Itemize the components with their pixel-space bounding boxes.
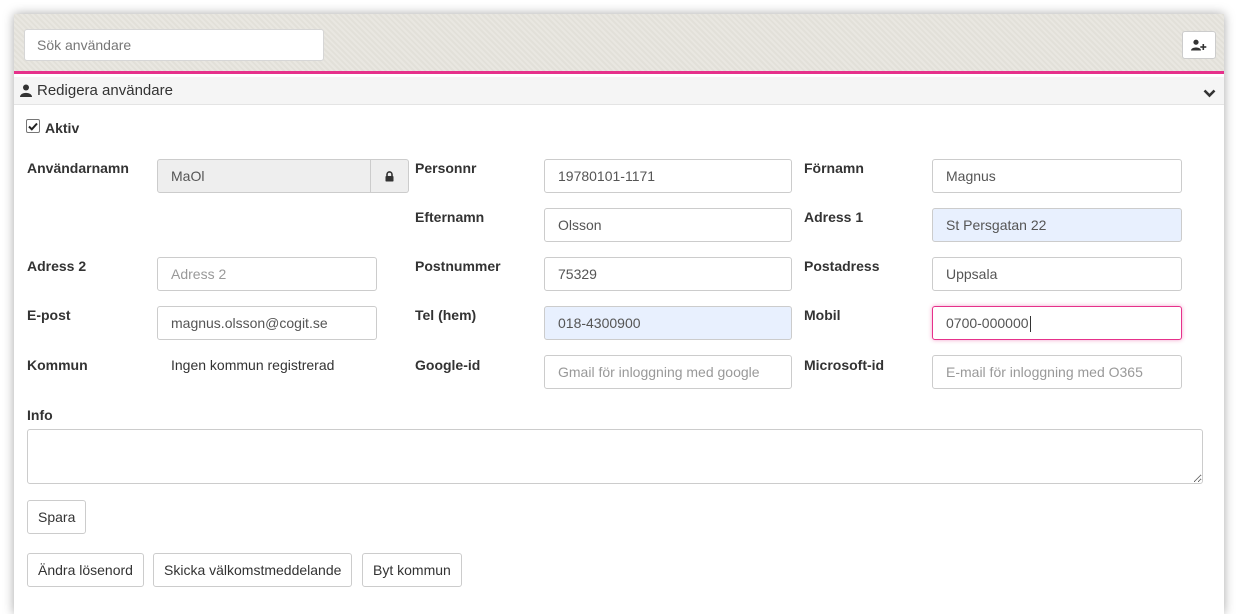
lastname-label: Efternamn: [415, 209, 485, 225]
address1-label: Adress 1: [804, 209, 864, 225]
lastname-field[interactable]: Olsson: [544, 208, 792, 242]
change-municipality-button[interactable]: Byt kommun: [362, 553, 462, 587]
info-label: Info: [27, 407, 53, 423]
address2-field[interactable]: Adress 2: [157, 257, 377, 291]
add-user-button[interactable]: [1182, 31, 1216, 59]
username-label: Användarnamn: [27, 160, 129, 176]
user-icon: [20, 84, 32, 97]
google-id-label: Google-id: [415, 357, 481, 373]
lock-addon: [371, 159, 409, 193]
microsoft-id-label: Microsoft-id: [804, 357, 885, 373]
google-id-field[interactable]: Gmail för inloggning med google: [544, 355, 792, 389]
checkmark-icon: [28, 122, 38, 131]
user-admin-window: Redigera användare Aktiv Användarnamn Ma…: [14, 14, 1224, 614]
save-button[interactable]: Spara: [27, 500, 87, 534]
mobile-value: 0700-000000: [946, 315, 1029, 331]
email-field[interactable]: magnus.olsson@cogit.se: [157, 306, 377, 340]
info-textarea[interactable]: [27, 429, 1203, 484]
personnr-label: Personnr: [415, 160, 477, 176]
user-plus-icon: [1191, 39, 1207, 51]
address1-field[interactable]: St Persgatan 22: [932, 208, 1182, 242]
chevron-down-icon[interactable]: [1203, 85, 1216, 102]
panel-title: Redigera användare: [37, 82, 173, 99]
send-welcome-button[interactable]: Skicka välkomstmeddelande: [153, 553, 353, 587]
firstname-label: Förnamn: [804, 160, 864, 176]
top-toolbar: [14, 14, 1224, 74]
city-label: Postadress: [804, 258, 880, 274]
email-label: E-post: [27, 307, 71, 323]
lock-icon: [385, 170, 394, 181]
username-field: MaOl: [157, 159, 371, 193]
personnr-field[interactable]: 19780101-1171: [544, 159, 792, 193]
municipality-label: Kommun: [27, 357, 88, 373]
postnr-label: Postnummer: [415, 258, 501, 274]
postnr-field[interactable]: 75329: [544, 257, 792, 291]
municipality-value: Ingen kommun registrerad: [171, 357, 335, 373]
firstname-field[interactable]: Magnus: [932, 159, 1182, 193]
phone-label: Tel (hem): [415, 307, 477, 323]
panel-heading[interactable]: Redigera användare: [14, 77, 1224, 105]
active-checkbox[interactable]: [26, 119, 40, 133]
active-label: Aktiv: [45, 120, 80, 136]
city-field[interactable]: Uppsala: [932, 257, 1182, 291]
mobile-label: Mobil: [804, 307, 841, 323]
phone-field[interactable]: 018-4300900: [544, 306, 792, 340]
text-caret: [1029, 316, 1031, 333]
microsoft-id-field[interactable]: E-mail för inloggning med O365: [932, 355, 1182, 389]
change-password-button[interactable]: Ändra lösenord: [27, 553, 144, 587]
search-user-input[interactable]: [24, 29, 324, 61]
mobile-field[interactable]: 0700-000000: [932, 306, 1182, 340]
address2-label: Adress 2: [27, 258, 87, 274]
